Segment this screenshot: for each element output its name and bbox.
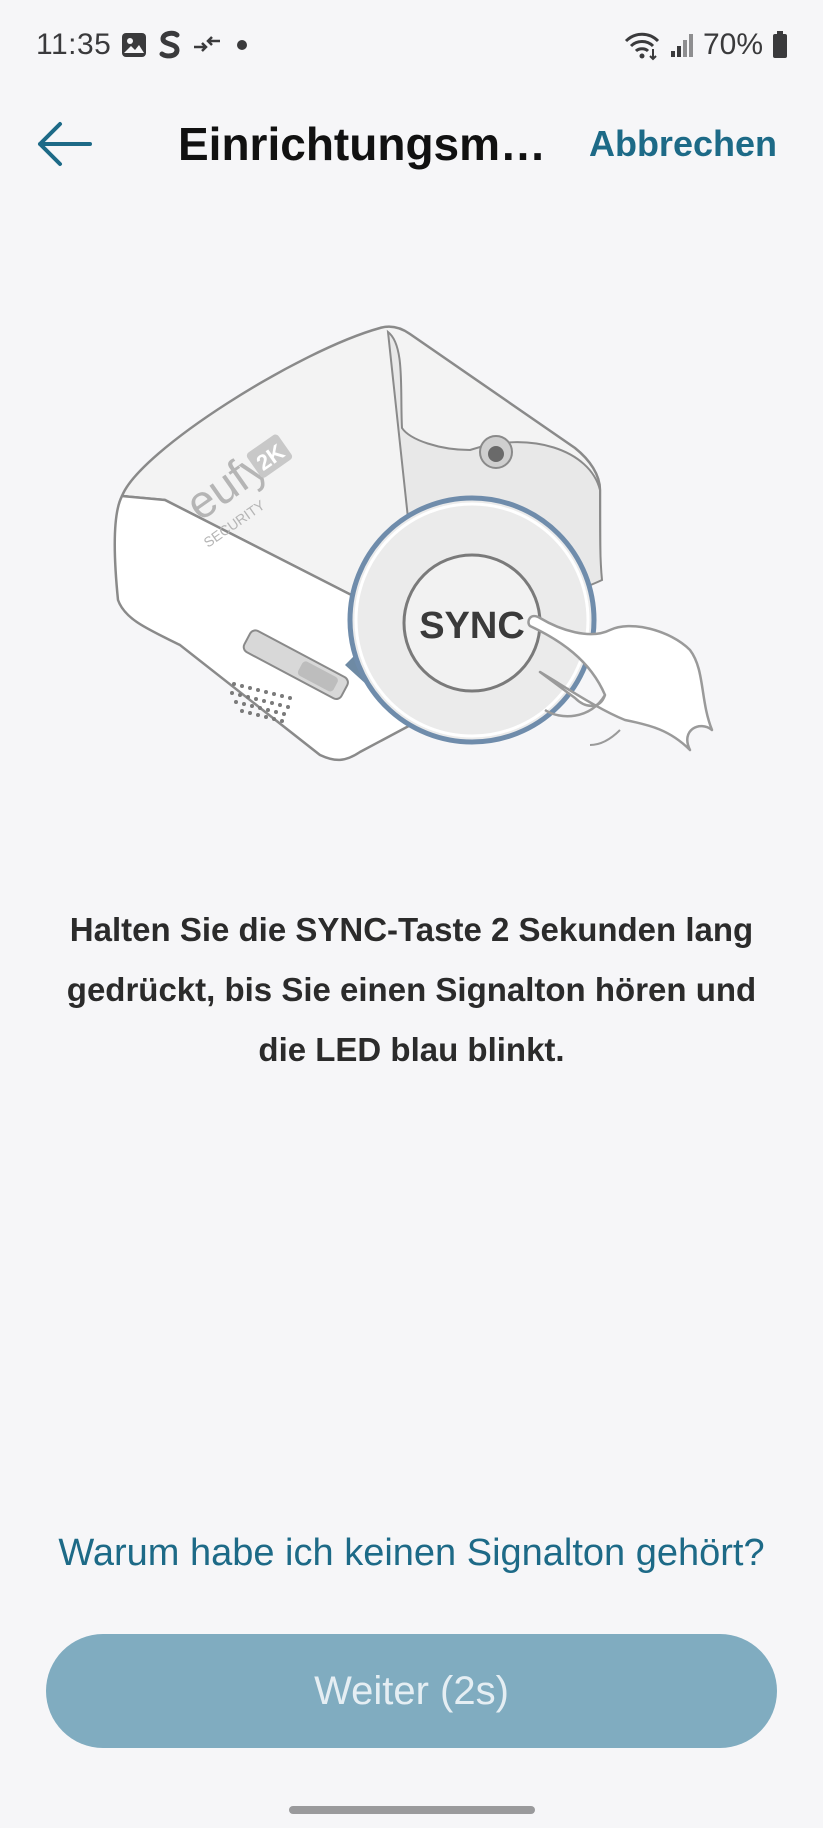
app-header: Einrichtungsmodus Abbrechen xyxy=(0,96,823,216)
page-title: Einrichtungsmodus xyxy=(178,118,574,170)
no-beep-help-link[interactable]: Warum habe ich keinen Signalton gehört? xyxy=(0,1532,823,1575)
battery-icon xyxy=(773,31,787,58)
next-button[interactable]: Weiter (2s) xyxy=(46,1634,777,1748)
status-system-icons: 70% xyxy=(623,28,789,62)
cancel-button[interactable]: Abbrechen xyxy=(589,110,777,178)
status-notification-icons xyxy=(120,30,252,60)
battery-percentage: 70% xyxy=(702,28,763,61)
instruction-text: Halten Sie die SYNC-Taste 2 Sekunden lan… xyxy=(66,911,757,1068)
sync-button-label: SYNC xyxy=(419,605,525,647)
status-time: 11:35 xyxy=(36,28,112,61)
home-indicator[interactable] xyxy=(289,1806,535,1814)
status-bar: 11:35 70% xyxy=(0,0,823,96)
device-sync-illustration: eufy 2K SECURITY SYNC xyxy=(0,300,823,800)
dot-icon xyxy=(237,40,247,50)
signal-icon xyxy=(670,34,693,57)
transfer-icon xyxy=(194,36,220,52)
back-button[interactable] xyxy=(26,106,102,182)
arrow-left-icon xyxy=(38,122,92,166)
wifi-icon xyxy=(624,32,660,61)
s-app-icon xyxy=(159,30,180,59)
camera-illustration: eufy 2K SECURITY SYNC xyxy=(113,325,714,762)
image-icon xyxy=(122,33,146,57)
